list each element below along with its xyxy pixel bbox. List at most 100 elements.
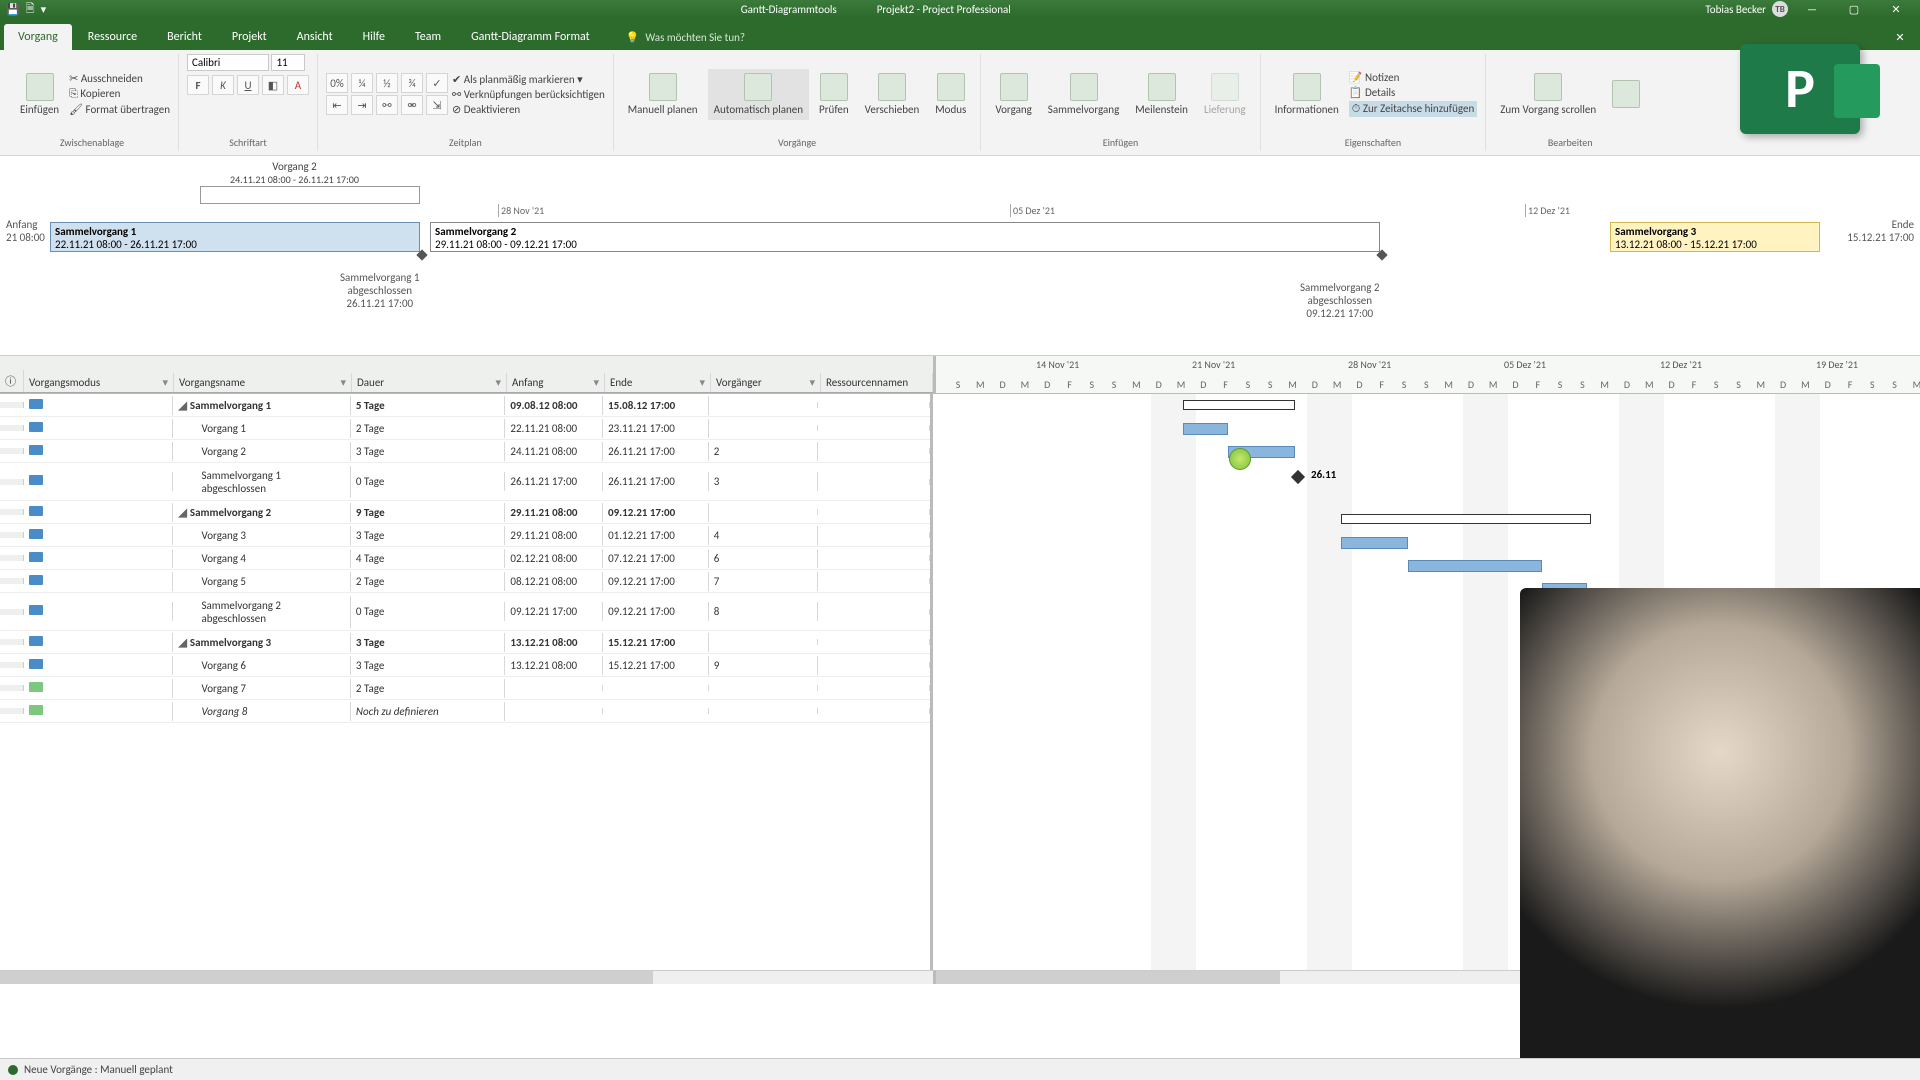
outdent-button[interactable]: ⇤: [326, 95, 348, 115]
timeline-callout-box[interactable]: [200, 186, 420, 204]
pct-100-button[interactable]: ✓: [426, 73, 448, 93]
gantt-summary-bar[interactable]: [1183, 400, 1295, 410]
table-row[interactable]: Vorgang 8Noch zu definieren: [0, 700, 930, 723]
information-button[interactable]: Informationen: [1269, 69, 1345, 120]
table-row[interactable]: ◢Sammelvorgang 33 Tage13.12.21 08:0015.1…: [0, 631, 930, 654]
table-row[interactable]: Vorgang 72 Tage: [0, 677, 930, 700]
task-table[interactable]: ◢Sammelvorgang 15 Tage09.08.12 08:0015.0…: [0, 394, 933, 970]
add-to-timeline-button[interactable]: ⏱ Zur Zeitachse hinzufügen: [1349, 101, 1477, 117]
col-predecessors[interactable]: Vorgänger▾: [711, 373, 821, 392]
find-button[interactable]: [1606, 76, 1646, 112]
timeline-bar-sv1[interactable]: Sammelvorgang 122.11.21 08:00 - 26.11.21…: [50, 222, 420, 252]
table-row[interactable]: Vorgang 33 Tage29.11.21 08:0001.12.21 17…: [0, 524, 930, 547]
timeline-task-label: Vorgang 224.11.21 08:00 - 26.11.21 17:00: [230, 160, 359, 186]
title-bar: 💾 🗎 ▾ Gantt-Diagrammtools Projekt2 - Pro…: [0, 0, 1920, 18]
table-row[interactable]: Sammelvorgang 2 abgeschlossen0 Tage09.12…: [0, 593, 930, 631]
gantt-bar[interactable]: [1341, 537, 1408, 549]
font-color-button[interactable]: A: [287, 75, 309, 95]
save-icon[interactable]: 💾: [6, 3, 20, 16]
insert-summary-button[interactable]: Sammelvorgang: [1042, 69, 1125, 120]
col-name[interactable]: Vorgangsname▾: [174, 373, 352, 392]
timeline-tick: 12 Dez '21: [1525, 204, 1570, 217]
lightbulb-icon: 💡: [626, 31, 640, 44]
table-row[interactable]: Vorgang 23 Tage24.11.21 08:0026.11.21 17…: [0, 440, 930, 463]
fill-color-button[interactable]: ◧: [262, 75, 284, 95]
auto-schedule-button[interactable]: Automatisch planen: [708, 69, 809, 120]
mode-icon: [937, 73, 965, 101]
timeline-bar-sv2[interactable]: Sammelvorgang 229.11.21 08:00 - 09.12.21…: [430, 222, 1380, 252]
col-duration[interactable]: Dauer▾: [352, 373, 507, 392]
table-row[interactable]: ◢Sammelvorgang 29 Tage29.11.21 08:0009.1…: [0, 501, 930, 524]
minimize-button[interactable]: —: [1794, 3, 1830, 16]
underline-button[interactable]: U: [237, 75, 259, 95]
tell-me-search[interactable]: 💡Was möchten Sie tun?: [626, 31, 745, 50]
tab-projekt[interactable]: Projekt: [218, 24, 281, 50]
format-painter-button[interactable]: 🖌 Format übertragen: [69, 103, 170, 116]
scroll-to-task-button[interactable]: Zum Vorgang scrollen: [1494, 69, 1602, 120]
insert-milestone-button[interactable]: Meilenstein: [1129, 69, 1194, 120]
manual-schedule-button[interactable]: Manuell planen: [622, 69, 704, 120]
mode-button[interactable]: Modus: [929, 69, 972, 120]
insert-task-button[interactable]: Vorgang: [989, 69, 1037, 120]
gantt-bar[interactable]: [1183, 423, 1228, 435]
cut-button[interactable]: ✂ Ausschneiden: [69, 72, 170, 85]
user-avatar[interactable]: TB: [1772, 1, 1788, 17]
table-row[interactable]: Vorgang 12 Tage22.11.21 08:0023.11.21 17…: [0, 417, 930, 440]
tab-hilfe[interactable]: Hilfe: [349, 24, 399, 50]
indent-button[interactable]: ⇥: [351, 95, 373, 115]
new-doc-icon[interactable]: 🗎: [26, 0, 35, 19]
bold-button[interactable]: F: [187, 75, 209, 95]
table-row[interactable]: Vorgang 63 Tage13.12.21 08:0015.12.21 17…: [0, 654, 930, 677]
user-name[interactable]: Tobias Becker: [1705, 3, 1766, 16]
timeline-view[interactable]: Vorgang 224.11.21 08:00 - 26.11.21 17:00…: [0, 156, 1920, 356]
gantt-milestone[interactable]: [1291, 470, 1305, 484]
col-mode[interactable]: Vorgangsmodus▾: [24, 373, 174, 392]
details-button[interactable]: 📋 Details: [1349, 86, 1477, 99]
italic-button[interactable]: K: [212, 75, 234, 95]
col-indicator[interactable]: ⓘ: [0, 370, 24, 392]
col-resources[interactable]: Ressourcennamen: [821, 373, 933, 392]
table-row[interactable]: Sammelvorgang 1 abgeschlossen0 Tage26.11…: [0, 463, 930, 501]
col-start[interactable]: Anfang▾: [507, 373, 605, 392]
table-hscroll[interactable]: [0, 970, 933, 984]
timeline-milestone-label: Sammelvorgang 2abgeschlossen09.12.21 17:…: [1300, 281, 1380, 320]
tab-vorgang[interactable]: Vorgang: [4, 24, 72, 50]
copy-button[interactable]: ⎘ Kopieren: [69, 87, 170, 101]
col-end[interactable]: Ende▾: [605, 373, 711, 392]
timeline-bar-sv3[interactable]: Sammelvorgang 313.12.21 08:00 - 15.12.21…: [1610, 222, 1820, 252]
tab-ansicht[interactable]: Ansicht: [283, 24, 347, 50]
auto-icon: [744, 73, 772, 101]
paste-button[interactable]: Einfügen: [14, 69, 65, 120]
font-name-input[interactable]: [187, 54, 269, 71]
tab-bericht[interactable]: Bericht: [153, 24, 216, 50]
table-row[interactable]: Vorgang 52 Tage08.12.21 08:0009.12.21 17…: [0, 570, 930, 593]
pct-75-button[interactable]: ¾: [401, 73, 423, 93]
split-button[interactable]: ⇲: [426, 95, 448, 115]
link-button[interactable]: ⚯: [376, 95, 398, 115]
mark-ontrack-button[interactable]: ✔ Als planmäßig markieren ▾: [452, 73, 605, 86]
close-doc-button[interactable]: ✕: [1880, 31, 1920, 50]
group-tasks: Manuell planen Automatisch planen Prüfen…: [614, 54, 982, 151]
deactivate-button[interactable]: ⊘ Deaktivieren: [452, 103, 605, 116]
pct-0-button[interactable]: 0%: [326, 73, 348, 93]
maximize-button[interactable]: ▢: [1836, 3, 1872, 16]
inspect-button[interactable]: Prüfen: [813, 69, 855, 120]
table-row[interactable]: Vorgang 44 Tage02.12.21 08:0007.12.21 17…: [0, 547, 930, 570]
group-insert: Vorgang Sammelvorgang Meilenstein Liefer…: [981, 54, 1260, 151]
gantt-bar[interactable]: [1408, 560, 1542, 572]
gantt-summary-bar[interactable]: [1341, 514, 1591, 524]
pin-icon: [649, 73, 677, 101]
font-size-input[interactable]: [271, 54, 305, 71]
close-button[interactable]: ✕: [1878, 3, 1914, 16]
pct-50-button[interactable]: ½: [376, 73, 398, 93]
tab-team[interactable]: Team: [401, 24, 455, 50]
pct-25-button[interactable]: ¼: [351, 73, 373, 93]
tab-ressource[interactable]: Ressource: [74, 24, 151, 50]
tab-format[interactable]: Gantt-Diagramm Format: [457, 24, 604, 50]
move-button[interactable]: Verschieben: [859, 69, 926, 120]
unlink-button[interactable]: ⚮: [401, 95, 423, 115]
gantt-timescale[interactable]: 14 Nov '21 21 Nov '21 28 Nov '21 05 Dez …: [933, 356, 1920, 393]
table-row[interactable]: ◢Sammelvorgang 15 Tage09.08.12 08:0015.0…: [0, 394, 930, 417]
notes-button[interactable]: 📝 Notizen: [1349, 71, 1477, 84]
respect-links-button[interactable]: ⚯ Verknüpfungen berücksichtigen: [452, 88, 605, 101]
